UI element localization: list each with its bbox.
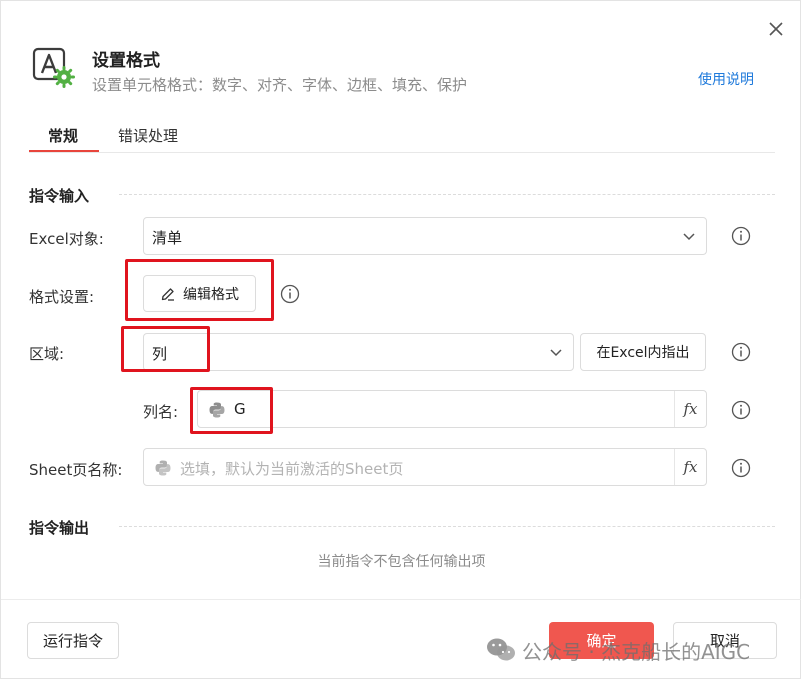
wechat-icon	[487, 638, 515, 661]
info-icon[interactable]	[731, 458, 751, 478]
cancel-button[interactable]: 取消	[673, 622, 777, 659]
footer-divider	[1, 599, 801, 600]
info-icon[interactable]	[280, 284, 300, 304]
excel-object-value: 清单	[152, 229, 183, 247]
column-name-label: 列名:	[143, 403, 179, 421]
chevron-down-icon	[683, 233, 695, 241]
formula-button[interactable]: fx	[674, 449, 706, 485]
run-command-button[interactable]: 运行指令	[27, 622, 119, 659]
python-icon	[209, 402, 225, 418]
info-icon[interactable]	[731, 226, 751, 246]
tab-bar: 常规 错误处理	[29, 113, 775, 153]
format-setting-label: 格式设置:	[29, 288, 95, 306]
area-label: 区域:	[29, 345, 65, 363]
edit-format-label: 编辑格式	[183, 286, 239, 303]
chevron-down-icon	[550, 349, 562, 357]
help-link[interactable]: 使用说明	[698, 69, 754, 89]
text-format-gear-icon	[31, 45, 77, 91]
info-icon[interactable]	[731, 400, 751, 420]
formula-button[interactable]: fx	[674, 391, 706, 427]
edit-format-button[interactable]: 编辑格式	[143, 275, 256, 312]
python-icon	[155, 460, 171, 476]
input-section-title: 指令输入	[29, 187, 90, 205]
set-format-dialog: 设置格式 设置单元格格式：数字、对齐、字体、边框、填充、保护 使用说明 常规 错…	[0, 0, 801, 679]
info-icon[interactable]	[731, 342, 751, 362]
excel-object-select[interactable]: 清单	[143, 217, 707, 255]
section-divider	[119, 526, 775, 527]
active-tab-indicator	[29, 150, 99, 152]
column-name-input[interactable]: G fx	[197, 390, 707, 428]
fx-icon: fx	[683, 400, 698, 418]
dialog-subtitle: 设置单元格格式：数字、对齐、字体、边框、填充、保护	[92, 76, 468, 94]
section-divider	[119, 194, 775, 195]
ok-button[interactable]: 确定	[549, 622, 654, 659]
dialog-title: 设置格式	[92, 51, 160, 71]
excel-object-label: Excel对象:	[29, 230, 104, 248]
no-output-message: 当前指令不包含任何输出项	[317, 554, 486, 570]
sheet-name-label: Sheet页名称:	[29, 461, 123, 479]
area-value: 列	[152, 345, 168, 363]
locate-in-excel-button[interactable]: 在Excel内指出	[580, 333, 706, 371]
sheet-name-placeholder: 选填，默认为当前激活的Sheet页	[180, 460, 404, 478]
output-section-title: 指令输出	[29, 519, 90, 537]
tab-error-handling[interactable]: 错误处理	[118, 125, 178, 146]
tab-general[interactable]: 常规	[48, 125, 78, 146]
column-name-value: G	[234, 400, 246, 418]
sheet-name-input[interactable]: 选填，默认为当前激活的Sheet页 fx	[143, 448, 707, 486]
fx-icon: fx	[683, 458, 698, 476]
close-icon[interactable]	[765, 18, 787, 40]
edit-pencil-icon	[161, 287, 174, 301]
area-select[interactable]: 列	[143, 333, 574, 371]
